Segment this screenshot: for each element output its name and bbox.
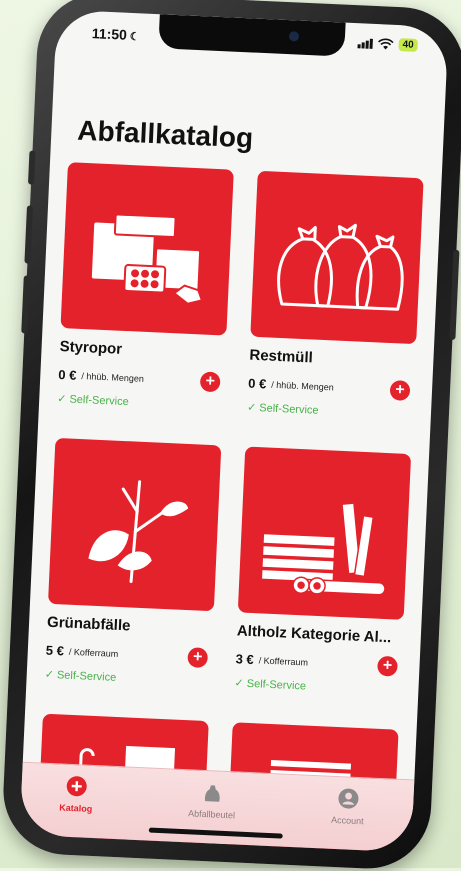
tab-label: Account [330, 814, 364, 827]
service-label: Self-Service [69, 393, 129, 409]
check-icon: ✓ [56, 392, 67, 406]
price-value: 3 € [235, 651, 255, 668]
self-service-badge: ✓ Self-Service [44, 668, 210, 689]
check-icon: ✓ [246, 401, 257, 414]
add-button[interactable]: + [199, 370, 221, 392]
price-unit: / Kofferraum [258, 654, 309, 668]
catalog-item-restmuell[interactable]: Restmüll 0 € / hhüb. Mengen + ✓ Self-Serv… [247, 170, 424, 422]
price-unit: / hhüb. Mengen [81, 370, 145, 384]
trash-bags-icon [277, 223, 404, 311]
item-image[interactable] [237, 446, 412, 620]
item-name: Styropor [59, 338, 123, 358]
item-price: 0 € / hhüb. Mengen + [247, 375, 415, 401]
self-service-badge: ✓ Self-Service [57, 392, 223, 413]
person-icon [338, 788, 359, 809]
price-value: 5 € [45, 642, 65, 659]
tab-katalog[interactable]: Katalog [21, 773, 133, 816]
status-time: 11:50 ☾ [92, 25, 141, 43]
price-value: 0 € [247, 375, 267, 392]
service-label: Self-Service [246, 677, 307, 693]
price-unit: / Kofferraum [68, 646, 119, 659]
camera-icon [288, 31, 300, 42]
tab-label: Katalog [59, 802, 93, 814]
price-unit: / hhüb. Mengen [271, 379, 334, 392]
self-service-badge: ✓ Self-Service [247, 401, 413, 422]
add-button[interactable]: + [187, 646, 209, 668]
time-text: 11:50 [91, 25, 128, 43]
item-name: Grünabfälle [46, 613, 131, 635]
item-price: 0 € / hhüb. Mengen + [58, 366, 225, 392]
catalog-grid: Styropor 0 € / hhüb. Mengen + ✓ Self-Serv… [35, 162, 424, 853]
catalog-item-styropor[interactable]: Styropor 0 € / hhüb. Mengen + ✓ Self-Serv… [57, 162, 234, 412]
wood-planks-icon [260, 502, 386, 596]
plus-circle-icon [66, 776, 87, 797]
catalog-item-gruenabfaelle[interactable]: Grünabfälle 5 € / Kofferraum + ✓ Self-Ser… [44, 437, 222, 689]
tab-label: Abfallbeutel [187, 808, 236, 821]
wifi-icon [377, 38, 394, 49]
styrofoam-icon [89, 213, 204, 305]
system-icons: 40 [357, 36, 418, 52]
tab-account[interactable]: Account [292, 785, 404, 828]
item-image[interactable] [47, 437, 222, 612]
item-name: Altholz Kategorie Al... [236, 622, 392, 647]
add-button[interactable]: + [389, 379, 411, 401]
check-icon: ✓ [234, 677, 245, 690]
tab-abfallbeutel[interactable]: Abfallbeutel [156, 779, 268, 822]
item-image[interactable] [250, 170, 424, 345]
page-title: Abfallkatalog [76, 114, 254, 154]
green-waste-icon [88, 480, 189, 583]
item-name: Restmüll [249, 346, 314, 367]
self-service-badge: ✓ Self-Service [234, 676, 400, 697]
price-value: 0 € [58, 366, 77, 383]
service-label: Self-Service [259, 402, 319, 417]
moon-icon: ☾ [129, 30, 140, 44]
signal-icon [357, 38, 373, 49]
item-price: 5 € / Kofferraum + [45, 642, 213, 668]
bag-icon [204, 785, 220, 802]
notch [158, 14, 346, 57]
battery-badge: 40 [398, 38, 418, 52]
item-price: 3 € / Kofferraum + [235, 651, 402, 677]
catalog-item-altholz[interactable]: Altholz Kategorie Al... 3 € / Kofferraum… [234, 446, 412, 697]
app-screen: 11:50 ☾ 40 Abfallkatalog Styropor 0 € / … [19, 9, 449, 853]
add-button[interactable]: + [377, 655, 398, 677]
check-icon: ✓ [44, 668, 55, 682]
service-label: Self-Service [56, 669, 117, 684]
item-image[interactable] [60, 162, 234, 336]
phone-device: 11:50 ☾ 40 Abfallkatalog Styropor 0 € / … [0, 0, 461, 871]
